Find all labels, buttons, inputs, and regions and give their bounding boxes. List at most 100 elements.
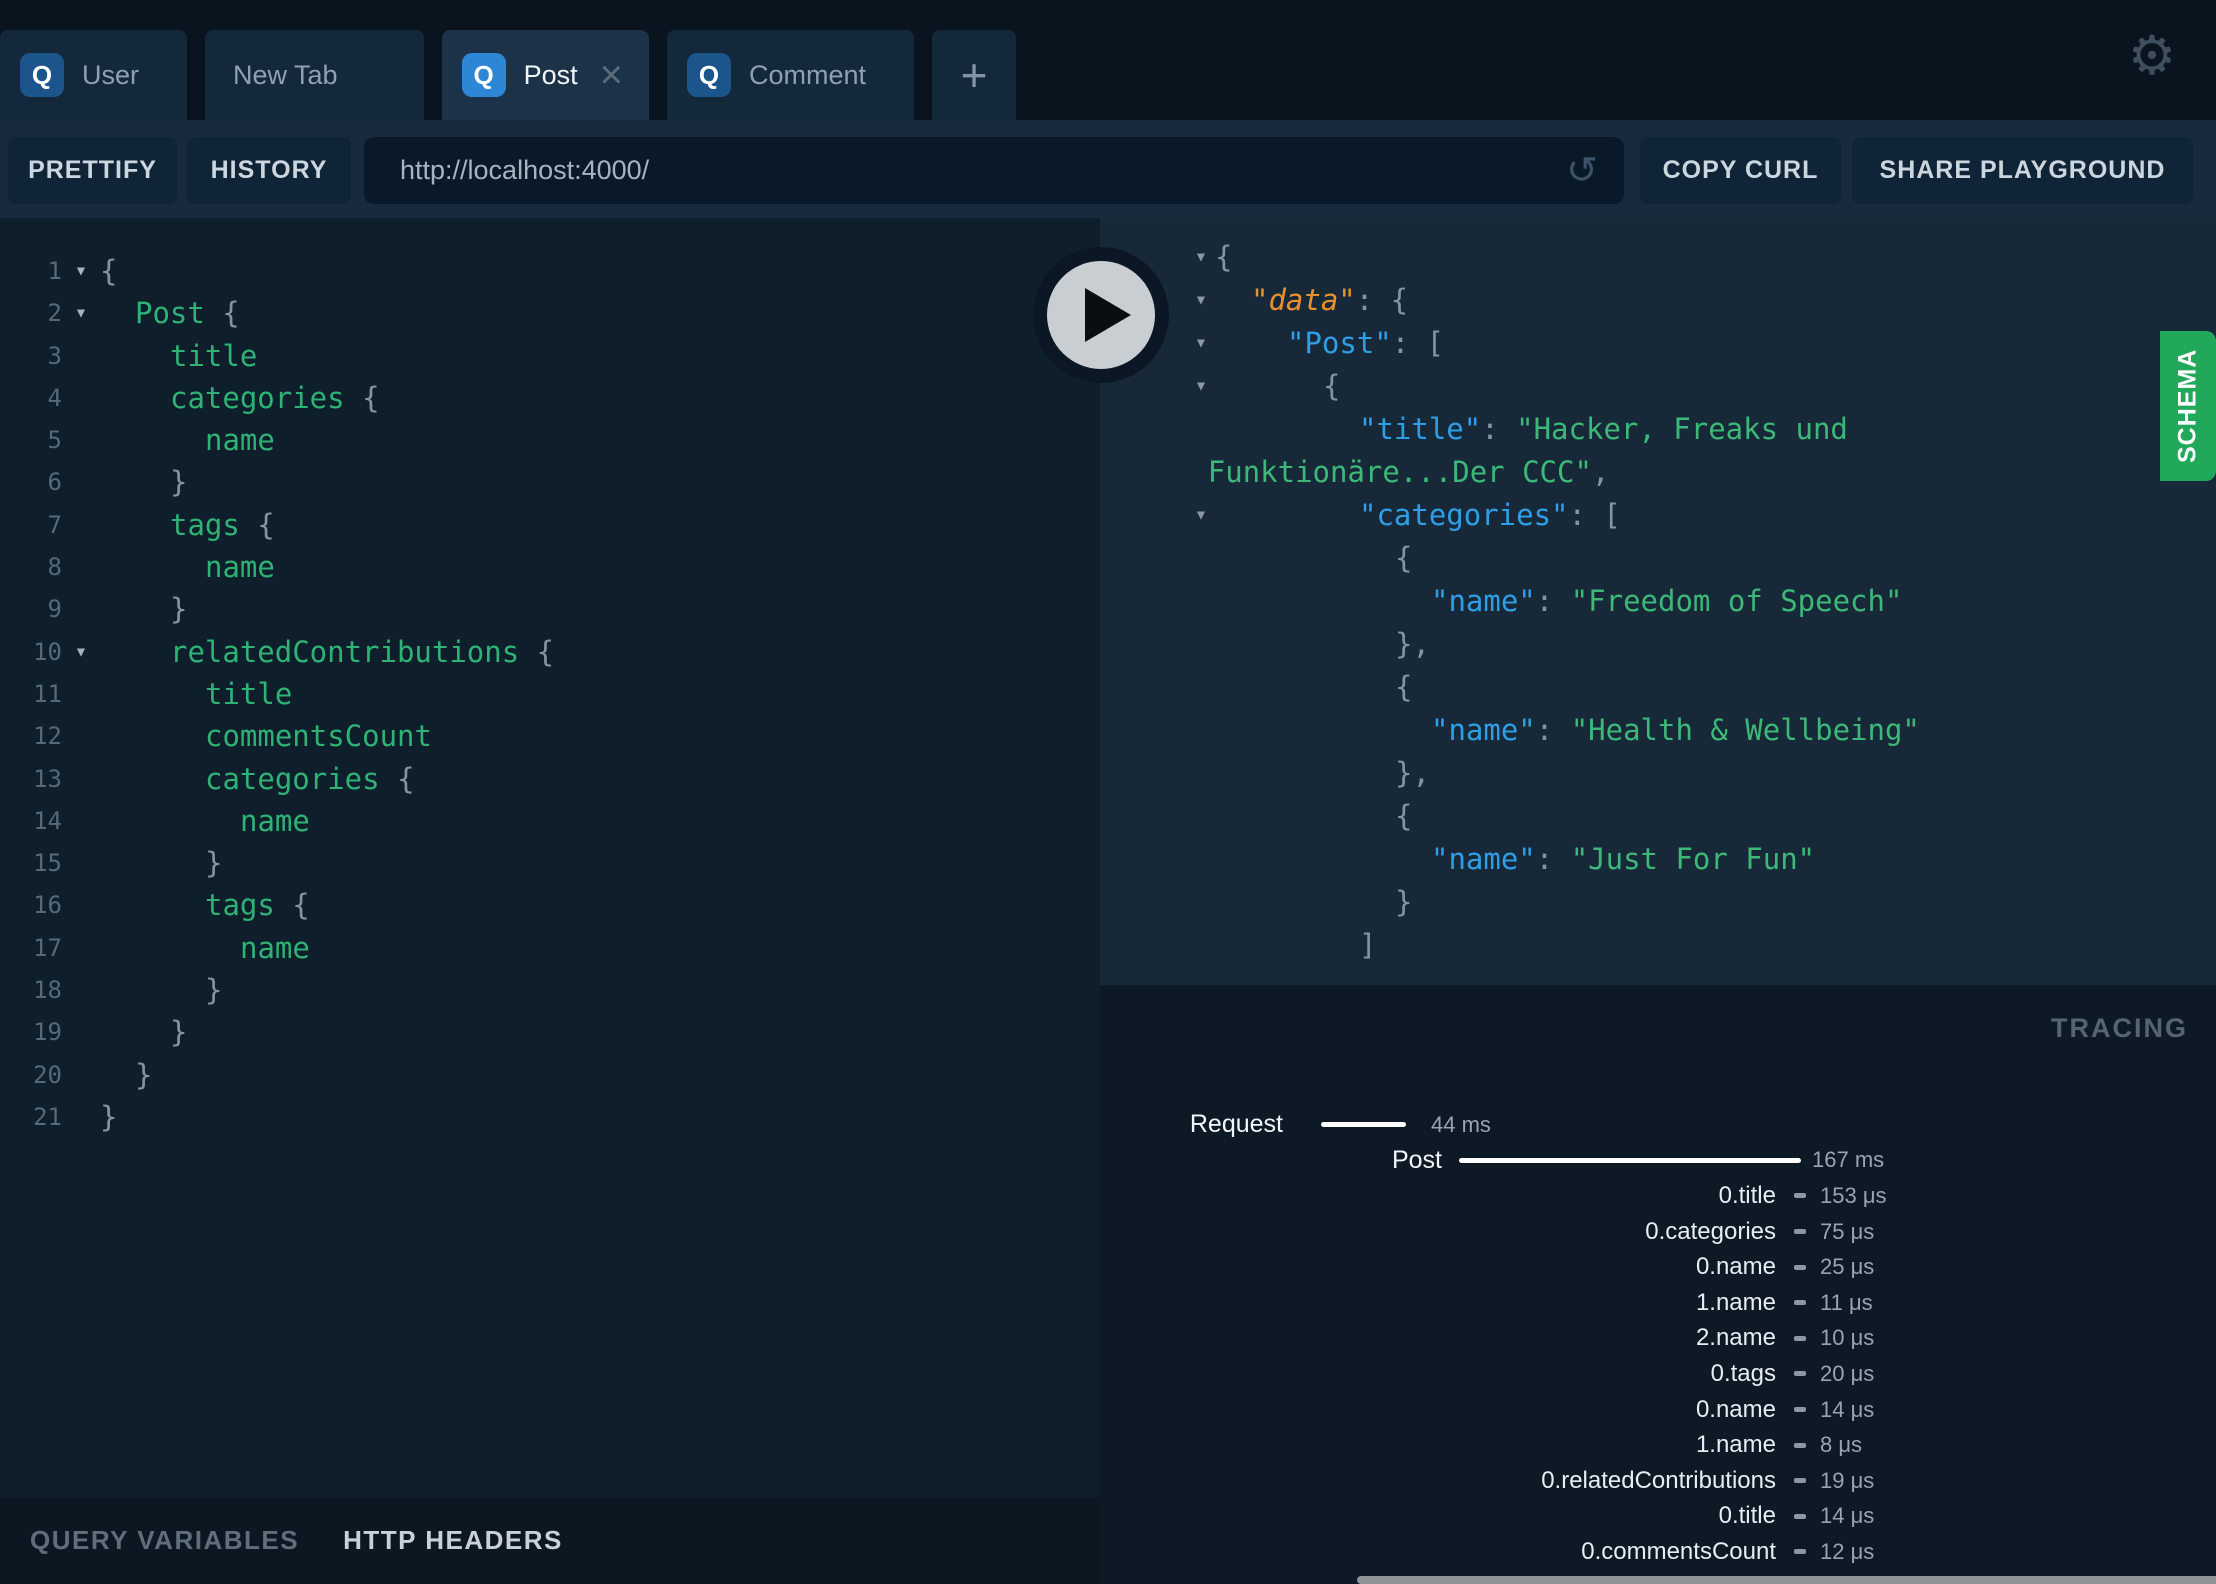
reload-schema-icon[interactable]: ↺ <box>1566 147 1598 193</box>
response-text: { <box>1395 541 1413 575</box>
play-icon <box>1085 288 1131 342</box>
query-type-badge: Q <box>686 53 731 97</box>
code-text: categories { <box>170 380 380 415</box>
http-headers-tab[interactable]: HTTP HEADERS <box>343 1525 563 1556</box>
trace-span-label: Request <box>1189 1110 1283 1139</box>
schema-tab-button[interactable]: SCHEMA <box>2160 331 2216 481</box>
tab-label: Comment <box>748 59 866 90</box>
code-line: 20} <box>12 1054 1100 1096</box>
line-number: 4 <box>47 383 62 412</box>
code-text: } <box>205 846 223 881</box>
response-line: ▾{ <box>1100 365 2216 408</box>
prettify-button[interactable]: PRETTIFY <box>8 137 177 204</box>
code-text: { <box>100 254 118 288</box>
response-line: ▾ "Post": [ <box>1100 322 2216 365</box>
trace-span-row: Post 167 ms <box>1100 1143 2216 1179</box>
code-line: 11 title <box>12 673 1100 715</box>
fold-gutter <box>62 1054 100 1096</box>
fold-arrow-icon[interactable]: ▾ <box>1184 365 1218 405</box>
trace-field-row: 1.name 11 μs <box>1100 1285 2216 1321</box>
code-line: 7 tags { <box>12 504 1100 546</box>
trace-field-label: 0.title <box>1718 1502 1776 1530</box>
endpoint-url-input[interactable] <box>364 137 1624 204</box>
trace-span-row: Request 44 ms <box>1100 1107 2216 1143</box>
response-line: { <box>1100 537 2216 580</box>
trace-field-value: 10 μs <box>1820 1325 1875 1351</box>
tab-post[interactable]: Q Post × <box>441 30 649 120</box>
fold-arrow-icon[interactable]: ▾ <box>62 292 100 334</box>
response-text: }, <box>1395 756 1430 790</box>
trace-field-row: 0.name 25 μs <box>1100 1249 2216 1285</box>
fold-arrow-icon[interactable]: ▾ <box>62 631 100 673</box>
settings-gear-icon[interactable]: ⚙ <box>2122 24 2182 88</box>
trace-field-value: 12 μs <box>1820 1538 1875 1564</box>
fold-gutter <box>62 715 100 757</box>
code-text: } <box>135 1057 153 1092</box>
query-editor[interactable]: 1 ▾{2 ▾ Post {3 title 4 categories {5 name 6} 7 ta… <box>0 218 1100 1497</box>
trace-duration-value: 44 ms <box>1431 1111 1491 1137</box>
response-viewer: ▾{▾ "data": {▾ "Post": [▾{"title": "Hacker… <box>1100 218 2216 985</box>
fold-arrow-icon[interactable]: ▾ <box>62 250 100 292</box>
trace-dash <box>1794 1193 1806 1199</box>
fold-gutter <box>62 419 100 461</box>
fold-gutter <box>62 969 100 1011</box>
response-text: { <box>1395 799 1413 833</box>
new-tab-button[interactable]: + <box>932 30 1016 120</box>
trace-dash <box>1794 1300 1806 1306</box>
trace-field-value: 11 μs <box>1820 1289 1873 1315</box>
fold-gutter <box>62 504 100 546</box>
line-number: 1 <box>47 257 62 285</box>
response-text: ] <box>1359 928 1377 962</box>
code-line: 12 commentsCount <box>12 715 1100 757</box>
line-number: 14 <box>33 806 62 835</box>
execute-query-button[interactable] <box>1033 247 1169 383</box>
fold-gutter <box>62 461 100 503</box>
response-line: }, <box>1100 623 2216 666</box>
code-line: 9} <box>12 588 1100 630</box>
code-text: commentsCount <box>205 719 432 754</box>
trace-duration-bar <box>1459 1157 1801 1163</box>
response-text: { <box>1323 369 1341 403</box>
code-line: 8 name <box>12 546 1100 588</box>
trace-field-row: 2.name 10 μs <box>1100 1321 2216 1357</box>
trace-field-label: 0.name <box>1695 1395 1776 1423</box>
trace-field-value: 153 μs <box>1820 1182 1887 1208</box>
code-line: 4 categories { <box>12 377 1100 419</box>
trace-field-label: 1.name <box>1695 1288 1776 1316</box>
share-playground-button[interactable]: SHARE PLAYGROUND <box>1852 137 2193 204</box>
code-line: 18} <box>12 969 1100 1011</box>
copy-curl-button[interactable]: COPY CURL <box>1640 137 1841 204</box>
fold-gutter <box>62 335 100 377</box>
trace-field-value: 25 μs <box>1820 1254 1875 1280</box>
trace-dash <box>1794 1229 1806 1235</box>
fold-arrow-icon[interactable]: ▾ <box>1184 279 1218 319</box>
query-variables-tab[interactable]: QUERY VARIABLES <box>30 1525 299 1556</box>
trace-field-label: 1.name <box>1695 1431 1776 1459</box>
line-number: 10 <box>33 637 62 666</box>
trace-dash <box>1794 1513 1806 1519</box>
tab-comment[interactable]: Q Comment <box>666 30 914 120</box>
line-number: 3 <box>47 341 62 370</box>
fold-gutter <box>62 673 100 715</box>
code-text: } <box>100 1099 118 1134</box>
fold-arrow-icon[interactable]: ▾ <box>1184 322 1218 362</box>
trace-field-label: 0.title <box>1718 1181 1776 1209</box>
tab-user[interactable]: Q User <box>0 30 188 120</box>
response-line: "name": "Freedom of Speech" <box>1100 580 2216 623</box>
line-number: 16 <box>33 891 62 920</box>
history-button[interactable]: HISTORY <box>187 137 351 204</box>
horizontal-scrollbar-thumb[interactable] <box>1357 1576 2216 1584</box>
fold-arrow-icon[interactable]: ▾ <box>1184 494 1218 534</box>
line-number: 20 <box>33 1060 62 1089</box>
trace-field-label: 0.commentsCount <box>1581 1537 1776 1565</box>
tab-new-tab[interactable]: New Tab <box>205 30 424 120</box>
toolbar: PRETTIFY HISTORY ↺ COPY CURL SHARE PLAYG… <box>0 120 2216 218</box>
response-line: ▾{ <box>1100 236 2216 279</box>
code-text: } <box>170 465 188 500</box>
code-line: 1 ▾{ <box>12 250 1100 292</box>
code-text: Post { <box>135 296 240 331</box>
close-tab-icon[interactable]: × <box>600 55 623 95</box>
code-line: 13 categories { <box>12 758 1100 800</box>
trace-dash <box>1794 1264 1806 1270</box>
fold-arrow-icon[interactable]: ▾ <box>1184 236 1218 276</box>
